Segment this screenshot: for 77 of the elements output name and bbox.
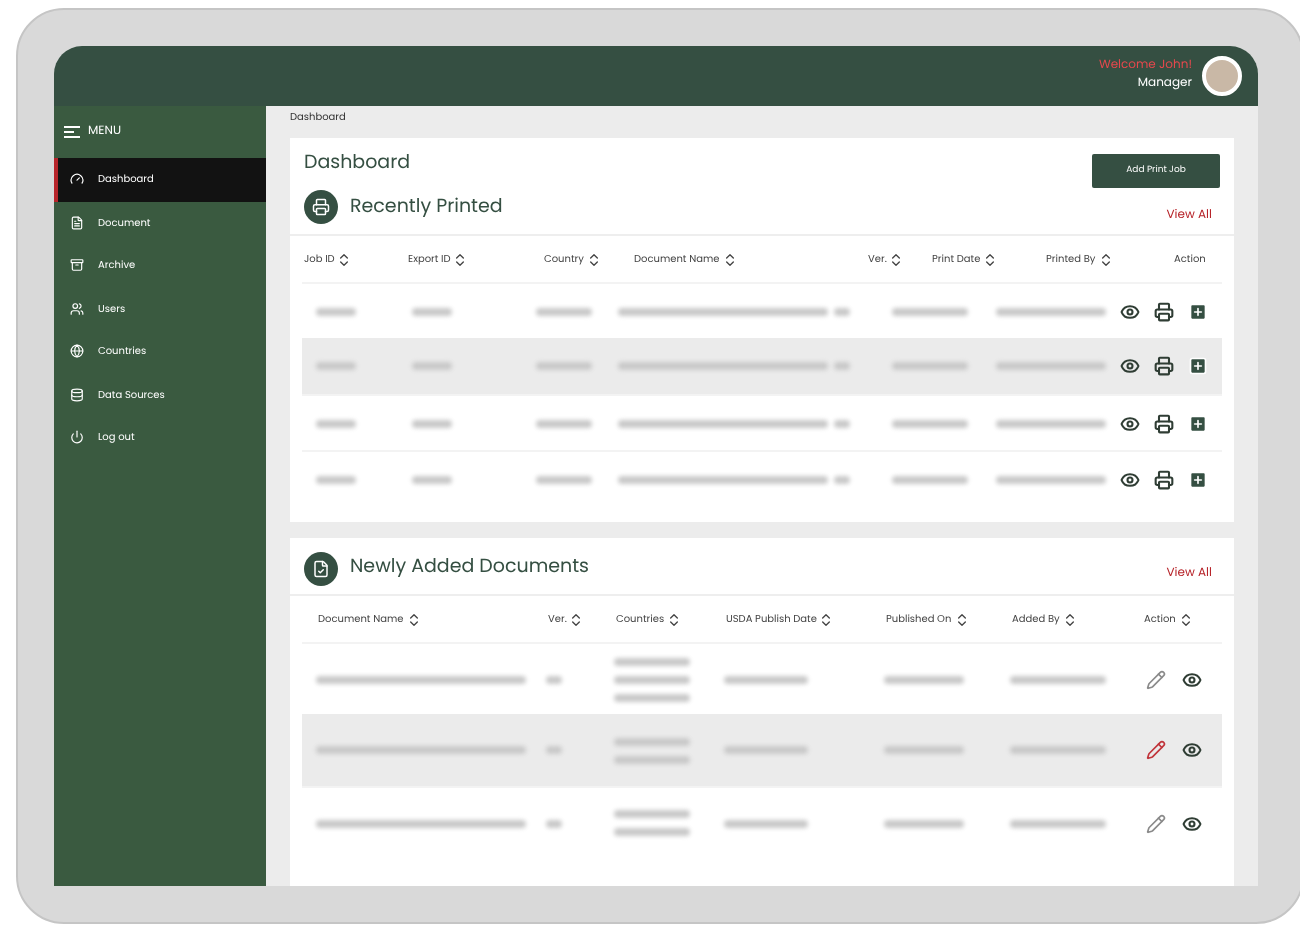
blurred-text xyxy=(996,307,1107,315)
blurred-text xyxy=(614,828,690,836)
blurred-text xyxy=(614,693,690,701)
blurred-text xyxy=(614,657,690,665)
view-icon[interactable] xyxy=(1120,469,1141,489)
sort-icon[interactable] xyxy=(982,251,999,267)
blurred-text xyxy=(892,307,969,315)
view-icon[interactable] xyxy=(1182,813,1202,833)
archive-icon[interactable] xyxy=(1188,413,1209,433)
blurred-text xyxy=(411,307,452,315)
sort-icon[interactable] xyxy=(452,251,469,267)
archive-icon[interactable] xyxy=(1188,356,1209,376)
blurred-text xyxy=(833,307,850,315)
blurred-text xyxy=(536,419,593,427)
blurred-text xyxy=(884,819,964,827)
printer-icon xyxy=(304,190,338,225)
sort-icon[interactable] xyxy=(405,611,422,627)
edit-icon[interactable] xyxy=(1146,669,1166,689)
sort-icon[interactable] xyxy=(818,611,835,627)
blurred-text xyxy=(996,419,1107,427)
print-icon[interactable] xyxy=(1154,413,1175,433)
blurred-text xyxy=(316,419,356,427)
view-icon[interactable] xyxy=(1120,413,1141,433)
blurred-text xyxy=(884,675,964,683)
edit-icon[interactable] xyxy=(1146,740,1166,760)
blurred-text xyxy=(614,810,690,818)
blurred-text xyxy=(316,475,356,483)
blurred-text xyxy=(833,419,850,427)
print-icon[interactable] xyxy=(1154,469,1175,489)
sort-icon[interactable] xyxy=(888,251,905,267)
avatar[interactable] xyxy=(1202,56,1242,96)
view-icon[interactable] xyxy=(1182,669,1202,689)
menu-item-icon xyxy=(70,301,84,316)
menu-item-icon xyxy=(70,172,84,187)
sort-icon[interactable] xyxy=(585,251,602,267)
sort-icon[interactable] xyxy=(568,611,585,627)
menu-item-icon xyxy=(70,344,84,359)
blurred-text xyxy=(546,675,562,683)
view-icon[interactable] xyxy=(1182,740,1202,760)
archive-icon[interactable] xyxy=(1188,301,1209,321)
menu-item-icon xyxy=(70,387,84,402)
blurred-text xyxy=(546,819,562,827)
print-icon[interactable] xyxy=(1154,356,1175,376)
sort-icon[interactable] xyxy=(1097,251,1114,267)
menu-item-icon xyxy=(70,430,84,445)
sort-icon[interactable] xyxy=(1177,611,1194,627)
blurred-text xyxy=(316,307,356,315)
blurred-text xyxy=(1010,675,1106,683)
sort-icon[interactable] xyxy=(336,251,353,267)
blurred-text xyxy=(892,419,969,427)
print-icon[interactable] xyxy=(1154,301,1175,321)
menu-item-icon xyxy=(70,215,84,230)
archive-icon[interactable] xyxy=(1188,469,1209,489)
blurred-text xyxy=(614,675,690,683)
blurred-text xyxy=(411,475,452,483)
menu-icon[interactable] xyxy=(64,126,80,138)
sort-icon[interactable] xyxy=(953,611,970,627)
menu-item-icon xyxy=(70,258,84,273)
section-title: Newly Added Documents xyxy=(350,554,589,584)
blurred-text xyxy=(833,475,850,483)
view-icon[interactable] xyxy=(1120,301,1141,321)
document-icon xyxy=(304,552,338,586)
blurred-text xyxy=(724,675,808,683)
section-title: Recently Printed xyxy=(350,193,503,222)
sort-icon[interactable] xyxy=(666,611,683,627)
blurred-text xyxy=(892,475,969,483)
edit-icon[interactable] xyxy=(1146,813,1166,833)
blurred-text xyxy=(536,475,593,483)
sort-icon[interactable] xyxy=(721,251,738,267)
view-icon[interactable] xyxy=(1120,356,1141,376)
blurred-text xyxy=(536,307,593,315)
blurred-text xyxy=(1010,819,1106,827)
sort-icon[interactable] xyxy=(1061,611,1078,627)
blurred-text xyxy=(411,419,452,427)
page-title: Dashboard xyxy=(304,150,413,179)
blurred-text xyxy=(996,475,1107,483)
blurred-text xyxy=(724,819,808,827)
